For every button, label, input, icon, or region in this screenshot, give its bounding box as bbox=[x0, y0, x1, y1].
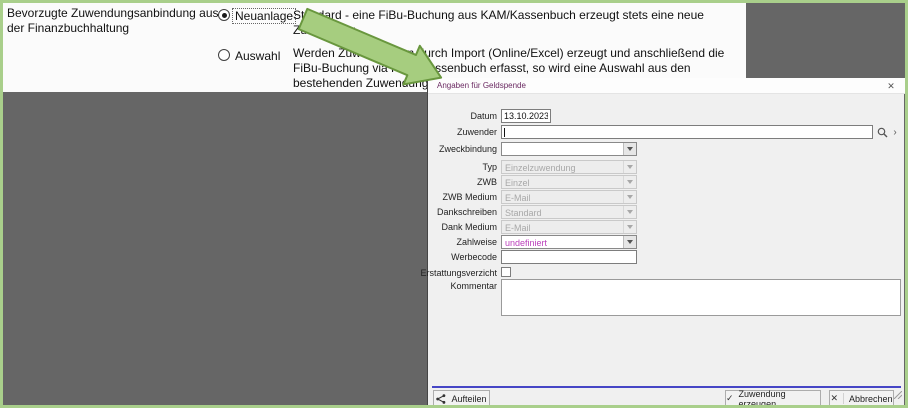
abbrechen-label: Abbrechen bbox=[849, 394, 893, 404]
zuwender-label: Zuwender bbox=[457, 127, 497, 137]
field-row-zuwender: Zuwender › bbox=[428, 125, 905, 139]
field-row-werbecode: Werbecode bbox=[428, 250, 905, 264]
zuwender-input[interactable] bbox=[501, 125, 873, 139]
app-window: Bevorzugte Zuwendungsanbindung aus der F… bbox=[0, 0, 908, 408]
footer-separator bbox=[432, 386, 901, 388]
field-row-zwb-medium: ZWB Medium E-Mail bbox=[428, 190, 905, 204]
settings-group-label: Bevorzugte Zuwendungsanbindung aus der F… bbox=[7, 6, 219, 36]
radio-neuanlage-label[interactable]: Neuanlage bbox=[233, 9, 295, 23]
field-row-datum: Datum bbox=[428, 109, 905, 123]
radio-option-neuanlage[interactable]: Neuanlage bbox=[218, 9, 295, 23]
dialog-titlebar[interactable]: Angaben für Geldspende ✕ bbox=[428, 78, 905, 94]
field-row-dank-medium: Dank Medium E-Mail bbox=[428, 220, 905, 234]
erstattungsverzicht-label: Erstattungsverzicht bbox=[420, 268, 497, 278]
share-split-icon bbox=[436, 394, 446, 404]
dank-medium-select: E-Mail bbox=[501, 220, 637, 234]
datum-input[interactable] bbox=[501, 109, 551, 123]
werbecode-input[interactable] bbox=[501, 250, 637, 264]
chevron-down-icon bbox=[623, 161, 636, 173]
resize-grip[interactable] bbox=[894, 386, 902, 404]
zuwendung-erzeugen-label: Zuwendung erzeugen bbox=[739, 389, 820, 408]
chevron-down-icon[interactable] bbox=[623, 236, 636, 248]
search-icon[interactable] bbox=[876, 126, 888, 138]
close-icon[interactable]: ✕ bbox=[885, 80, 897, 92]
chevron-down-icon bbox=[623, 221, 636, 233]
radio-unselected-icon[interactable] bbox=[218, 49, 230, 61]
datum-label: Datum bbox=[470, 111, 497, 121]
x-cancel-icon: ✕ bbox=[830, 393, 844, 404]
typ-label: Typ bbox=[482, 162, 497, 172]
radio-option-auswahl[interactable]: Auswahl bbox=[218, 49, 282, 63]
field-row-zwb: ZWB Einzel bbox=[428, 175, 905, 189]
dankschreiben-label: Dankschreiben bbox=[437, 207, 497, 217]
typ-select: Einzelzuwendung bbox=[501, 160, 637, 174]
neuanlage-description: Standard - eine FiBu-Buchung aus KAM/Kas… bbox=[293, 8, 745, 38]
field-row-zweckbindung: Zweckbindung bbox=[428, 142, 905, 156]
zuwendung-erzeugen-button[interactable]: ✓ Zuwendung erzeugen bbox=[725, 390, 821, 407]
chevron-down-icon bbox=[623, 206, 636, 218]
zwb-label: ZWB bbox=[477, 177, 497, 187]
field-row-kommentar: Kommentar bbox=[428, 279, 905, 316]
werbecode-label: Werbecode bbox=[451, 252, 497, 262]
dankschreiben-select: Standard bbox=[501, 205, 637, 219]
field-row-erstattungsverzicht: Erstattungsverzicht bbox=[428, 266, 905, 280]
geldspende-dialog: Angaben für Geldspende ✕ Datum Zuwender … bbox=[427, 78, 904, 406]
kommentar-label: Kommentar bbox=[450, 281, 497, 291]
chevron-down-icon[interactable] bbox=[623, 143, 636, 155]
zwb-medium-label: ZWB Medium bbox=[442, 192, 497, 202]
chevron-down-icon bbox=[623, 191, 636, 203]
radio-auswahl-label[interactable]: Auswahl bbox=[233, 49, 282, 63]
kommentar-textarea[interactable] bbox=[501, 279, 901, 316]
aufteilen-button[interactable]: Aufteilen bbox=[433, 390, 490, 407]
zahlweise-select[interactable]: undefiniert bbox=[501, 235, 637, 249]
zwb-medium-select: E-Mail bbox=[501, 190, 637, 204]
zwb-select: Einzel bbox=[501, 175, 637, 189]
aufteilen-label: Aufteilen bbox=[451, 394, 486, 404]
zahlweise-label: Zahlweise bbox=[456, 237, 497, 247]
dank-medium-label: Dank Medium bbox=[441, 222, 497, 232]
dialog-title: Angaben für Geldspende bbox=[437, 81, 526, 90]
field-row-typ: Typ Einzelzuwendung bbox=[428, 160, 905, 174]
erstattungsverzicht-checkbox[interactable] bbox=[501, 267, 511, 277]
text-caret bbox=[504, 128, 505, 137]
radio-selected-icon[interactable] bbox=[218, 9, 230, 21]
abbrechen-button[interactable]: ✕ Abbrechen bbox=[829, 390, 894, 407]
chevron-down-icon bbox=[623, 176, 636, 188]
zweckbindung-label: Zweckbindung bbox=[439, 144, 497, 154]
field-row-dankschreiben: Dankschreiben Standard bbox=[428, 205, 905, 219]
zweckbindung-select[interactable] bbox=[501, 142, 637, 156]
chevron-right-icon[interactable]: › bbox=[891, 126, 899, 138]
checkmark-icon: ✓ bbox=[726, 393, 734, 404]
field-row-zahlweise: Zahlweise undefiniert bbox=[428, 235, 905, 249]
